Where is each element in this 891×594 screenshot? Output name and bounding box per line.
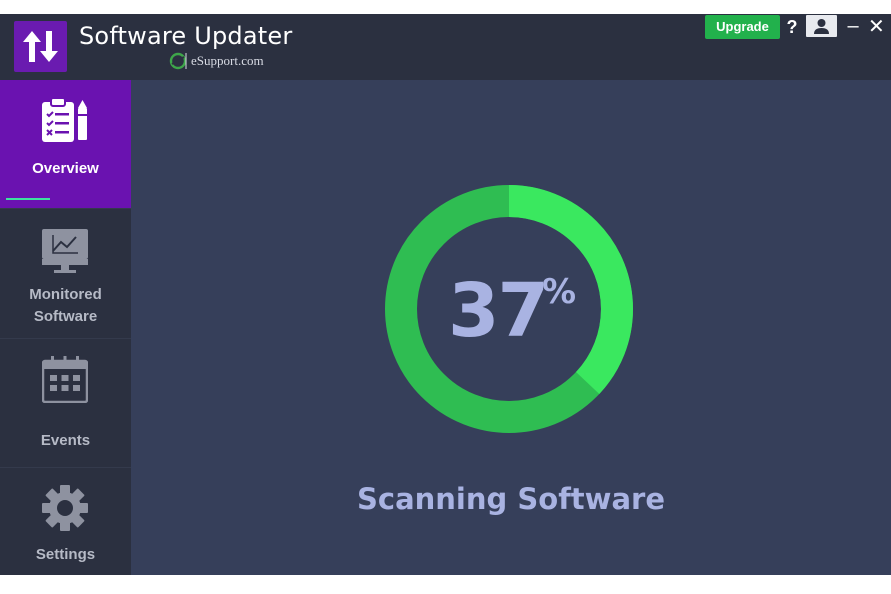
close-button[interactable]: ✕ (868, 16, 885, 38)
sidebar-item-monitored-software[interactable]: Monitored Software (0, 209, 131, 338)
sidebar-item-label: Events (40, 432, 91, 449)
sidebar-item-settings[interactable]: Settings (0, 468, 131, 575)
esupport-logo-icon (169, 52, 187, 70)
calendar-icon (42, 356, 88, 403)
sidebar-item-label: Settings (35, 546, 96, 563)
gear-icon (42, 485, 88, 531)
upgrade-button[interactable]: Upgrade (705, 15, 780, 39)
active-indicator (6, 198, 50, 200)
clipboard-checklist-icon (42, 97, 87, 142)
sidebar-item-label: Software (33, 308, 98, 325)
sidebar-item-overview[interactable]: Overview (0, 80, 131, 208)
help-button[interactable]: ? (785, 15, 799, 39)
sidebar: Overview Monitored Software Events Setti… (0, 80, 131, 575)
monitor-chart-icon (42, 229, 88, 273)
minimize-button[interactable]: – (846, 16, 860, 38)
sidebar-item-label: Monitored (29, 286, 102, 303)
brand-mark: eSupport.com (169, 52, 264, 70)
sidebar-item-events[interactable]: Events (0, 339, 131, 467)
app-logo-icon (14, 21, 67, 72)
progress-value: 37 (448, 268, 549, 354)
title-bar: Software Updater eSupport.com Upgrade ? … (0, 14, 891, 80)
brand-text: eSupport.com (191, 53, 264, 68)
percent-symbol: % (542, 272, 577, 312)
progress-percentage: 37 % (448, 266, 588, 356)
sidebar-item-label: Overview (32, 160, 99, 177)
scan-status-text: Scanning Software (357, 482, 665, 516)
user-account-icon[interactable] (806, 15, 837, 37)
app-title: Software Updater (79, 22, 293, 50)
